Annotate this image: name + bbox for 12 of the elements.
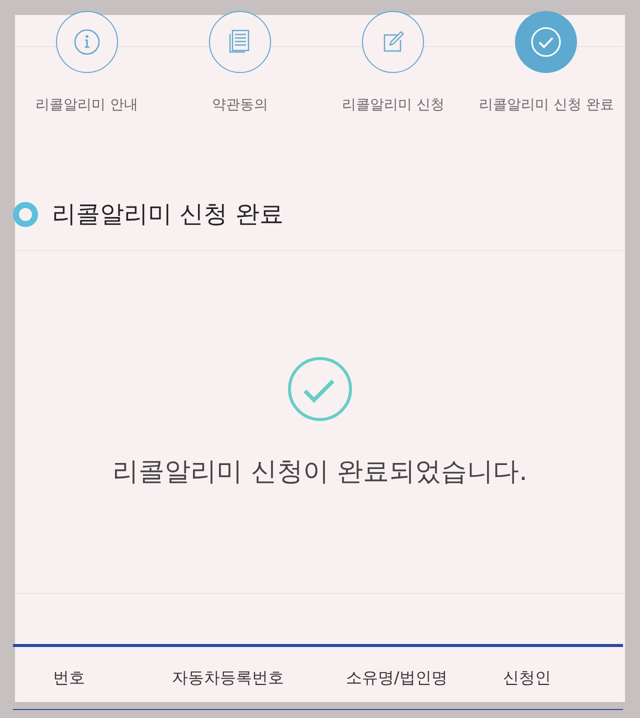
check-circle-icon [288,357,352,421]
column-header: 신청인 [503,667,551,689]
step-label: 리콜알리미 신청 [342,96,444,115]
step-label: 리콜알리미 신청 완료 [478,96,614,115]
ring-icon [13,202,38,226]
step-label: 약관동의 [212,96,268,115]
column-header: 자동차등록번호 [172,667,284,689]
section-title: 리콜알리미 신청 완료 [52,199,284,229]
completion-message: 리콜알리미 신청이 완료되었습니다. [112,456,528,489]
column-header: 번호 [53,667,85,689]
column-header: 소유명/법인명 [346,667,448,689]
step-label: 리콜알리미 안내 [35,96,138,115]
